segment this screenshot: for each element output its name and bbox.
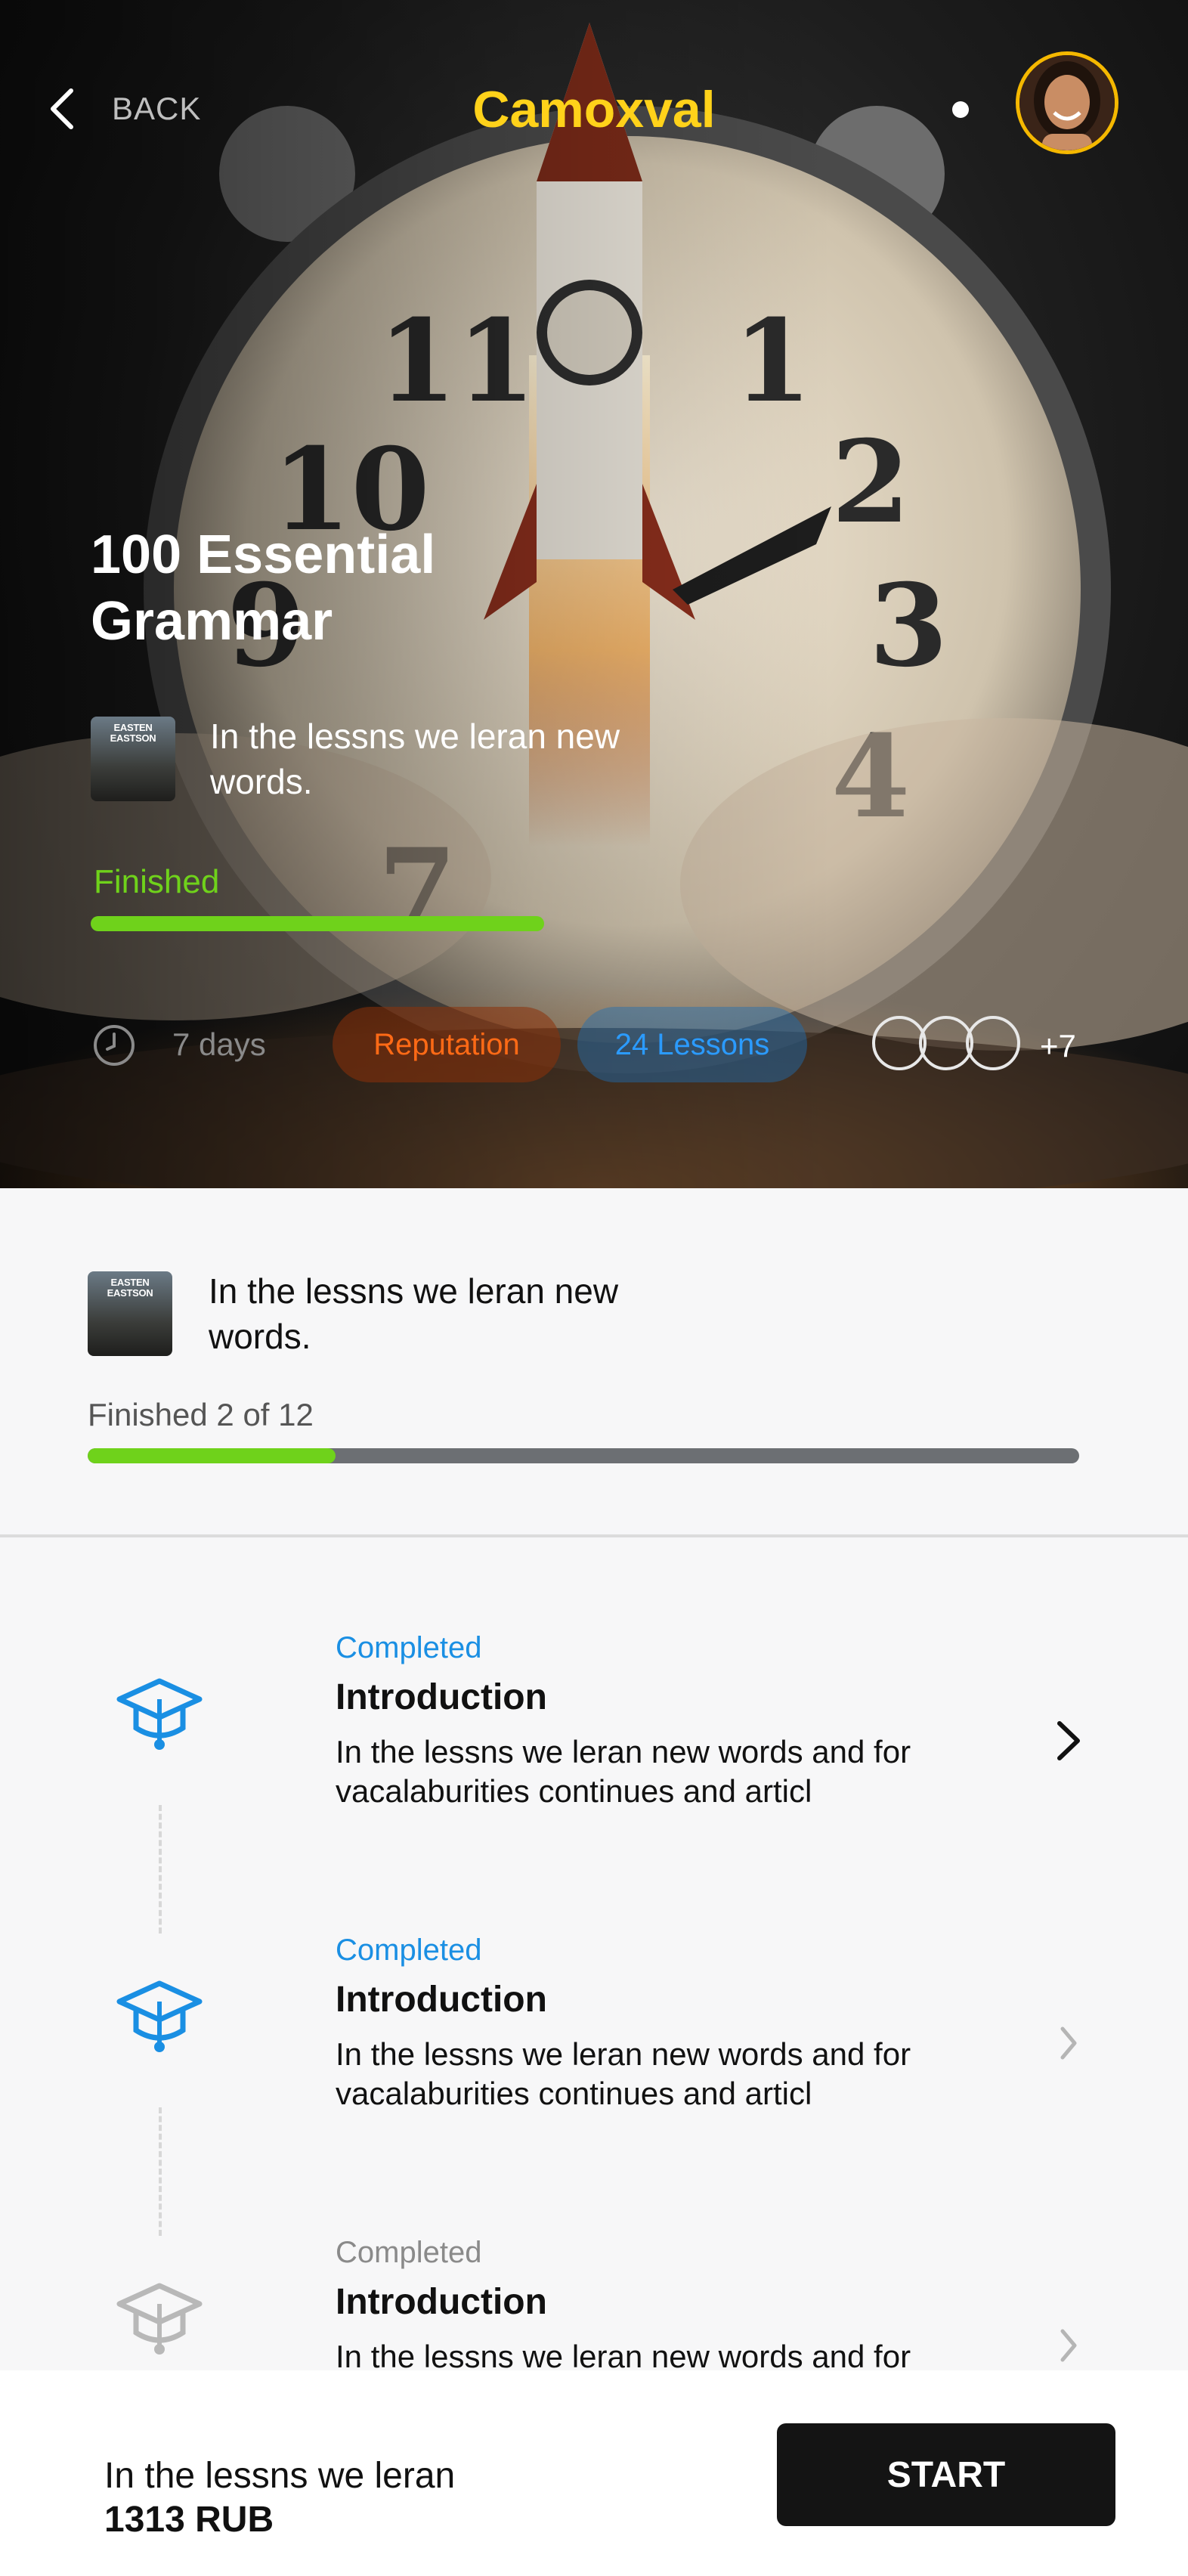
start-button[interactable]: START: [777, 2423, 1115, 2526]
top-bar: BACK Camoxval: [0, 45, 1188, 178]
participant-avatar: [966, 1016, 1020, 1070]
avatar-portrait-icon: [1019, 55, 1115, 150]
hero-banner: 11 1 2 3 4 10 9 7 BACK Camoxval: [0, 0, 1188, 1188]
card-course-summary: EASTEN EASTSON In the lessns we leran ne…: [88, 1268, 632, 1359]
course-cover-thumbnail: EASTEN EASTSON: [91, 717, 175, 801]
lesson-item[interactable]: Completed Introduction In the lessns we …: [0, 1539, 1188, 1841]
hero-progress-label: Finished: [94, 863, 220, 900]
hero-progress-bar: [91, 916, 544, 931]
lesson-status: Completed: [336, 1631, 482, 1664]
avatar[interactable]: [1016, 51, 1118, 154]
lesson-title: Introduction: [336, 1980, 547, 2020]
lesson-description: In the lessns we leran new words and for…: [336, 1734, 911, 1809]
graduation-cap-icon: [116, 1980, 203, 2052]
hero-course-description: In the lessns we leran new words.: [210, 717, 620, 801]
lesson-list: Completed Introduction In the lessns we …: [0, 1539, 1188, 2370]
card-progress-track: [88, 1448, 1079, 1463]
course-cover-thumbnail: EASTEN EASTSON: [88, 1271, 172, 1356]
tag-reputation[interactable]: Reputation: [333, 1007, 561, 1082]
participants-avatars[interactable]: [872, 998, 1020, 1088]
lesson-item[interactable]: Completed Introduction In the lessns we …: [0, 1841, 1188, 2144]
lesson-status: Completed: [336, 1934, 482, 1967]
course-duration: 7 days: [172, 1026, 266, 1062]
participants-more-count: +7: [1040, 1028, 1076, 1064]
chevron-right-icon[interactable]: [1052, 2021, 1085, 2065]
course-meta-row: 7 days Reputation 24 Lessons +7: [0, 998, 1188, 1088]
cover-label: EASTEN EASTSON: [110, 722, 156, 744]
lesson-status: Completed: [336, 2236, 482, 2269]
chevron-right-icon[interactable]: [1052, 2324, 1085, 2367]
card-progress-label: Finished 2 of 12: [88, 1397, 314, 1432]
cover-label: EASTEN EASTSON: [107, 1277, 153, 1299]
course-progress-card: EASTEN EASTSON In the lessns we leran ne…: [0, 1188, 1188, 1537]
graduation-cap-icon: [116, 2283, 203, 2355]
footer-course-title: In the lessns we leran: [104, 2456, 456, 2496]
chevron-right-icon[interactable]: [1052, 1719, 1085, 1763]
tag-lessons-count[interactable]: 24 Lessons: [577, 1007, 807, 1082]
clock-icon: [94, 1025, 135, 1066]
hero-course-summary: EASTEN EASTSON In the lessns we leran ne…: [91, 714, 633, 804]
lesson-item[interactable]: Completed Introduction In the lessns we …: [0, 2144, 1188, 2370]
app-title: Camoxval: [472, 81, 716, 138]
purchase-footer: In the lessns we leran 1313 RUB START: [0, 2370, 1188, 2576]
graduation-cap-icon: [116, 1678, 203, 1750]
card-course-description: In the lessns we leran new words.: [209, 1271, 619, 1356]
lesson-title: Introduction: [336, 2282, 547, 2322]
lesson-title: Introduction: [336, 1677, 547, 1717]
notification-dot-icon[interactable]: [952, 101, 969, 118]
footer-price: 1313 RUB: [104, 2500, 274, 2540]
lesson-description: In the lessns we leran new words and for…: [336, 2339, 911, 2370]
course-title: 100 Essential Grammar: [91, 525, 436, 652]
card-progress-fill: [88, 1448, 336, 1463]
lesson-description: In the lessns we leran new words and for…: [336, 2036, 911, 2111]
